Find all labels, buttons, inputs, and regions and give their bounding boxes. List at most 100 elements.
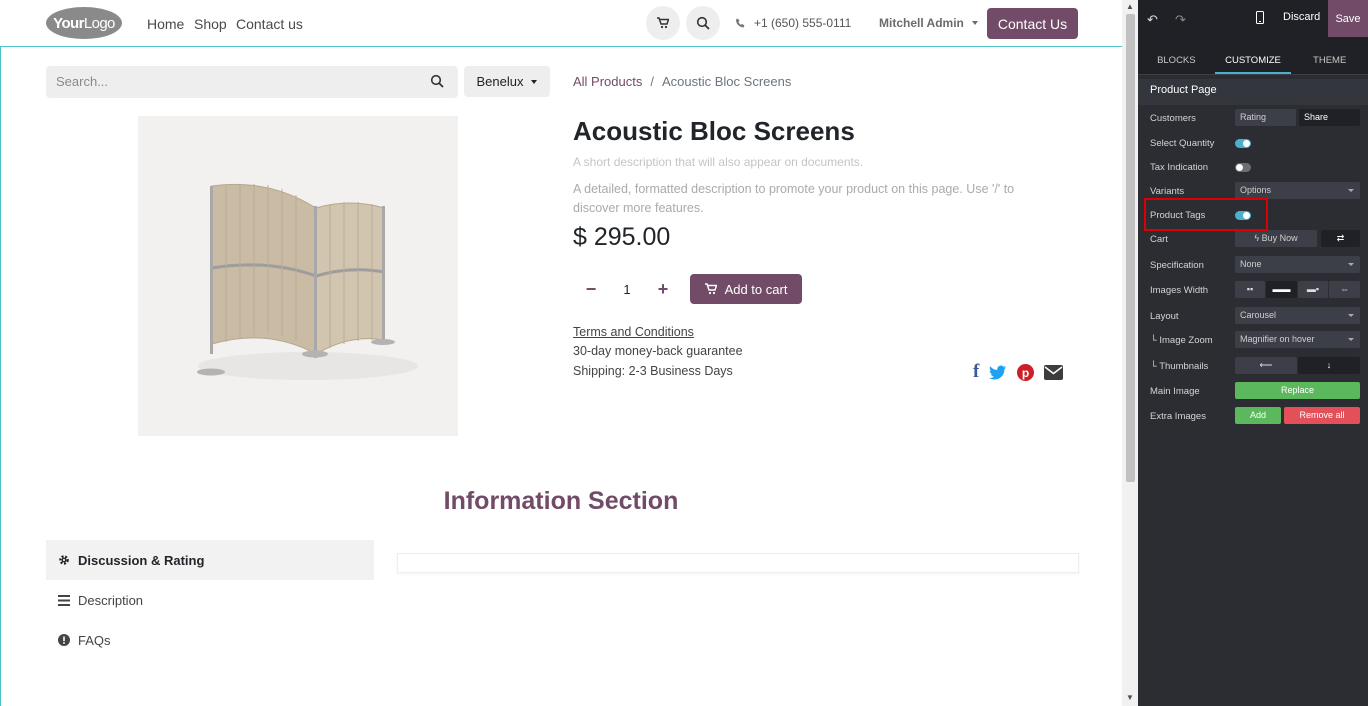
gear-icon <box>59 555 69 565</box>
editor-toolbar: ↶ ↷ Discard Save <box>1138 0 1368 37</box>
remove-all-images-button[interactable]: Remove all <box>1284 407 1360 424</box>
cart-icon <box>704 283 717 295</box>
cart-button[interactable] <box>646 6 680 40</box>
tab-faqs[interactable]: FAQs <box>46 620 374 660</box>
tab-discussion-rating[interactable]: Discussion & Rating <box>46 540 374 580</box>
information-section-title[interactable]: Information Section <box>0 487 1122 516</box>
scroll-up-icon[interactable]: ▲ <box>1126 2 1134 11</box>
nav-shop[interactable]: Shop <box>194 16 227 32</box>
discard-button[interactable]: Discard <box>1283 11 1320 23</box>
layout-select[interactable]: Carousel <box>1235 307 1360 324</box>
guarantee-text: 30-day money-back guarantee <box>573 344 743 358</box>
option-tax-indication: Tax Indication <box>1138 158 1368 178</box>
replace-image-button[interactable]: Replace <box>1235 382 1360 399</box>
option-cart: Cart ϟ Buy Now ⇄ <box>1138 230 1368 250</box>
facebook-icon[interactable]: f <box>973 361 979 383</box>
site-logo[interactable]: Your Logo <box>46 7 122 39</box>
info-tabs: Discussion & Rating Description FAQs <box>46 540 374 660</box>
image-zoom-select[interactable]: Magnifier on hover <box>1235 331 1360 348</box>
variants-select[interactable]: Options <box>1235 182 1360 199</box>
phone-icon <box>736 18 745 28</box>
tab-customize[interactable]: CUSTOMIZE <box>1214 37 1292 74</box>
list-icon <box>58 594 70 606</box>
specification-select[interactable]: None <box>1235 256 1360 273</box>
minus-icon[interactable]: − <box>573 279 609 300</box>
search-button[interactable] <box>686 6 720 40</box>
option-thumbnails: └ Thumbnails ⟵ ↓ <box>1138 357 1368 377</box>
product-long-description[interactable]: A detailed, formatted description to pro… <box>573 180 1053 218</box>
chevron-down-icon <box>1348 263 1354 266</box>
editor-panel: ↶ ↷ Discard Save BLOCKS CUSTOMIZE THEME … <box>1138 0 1368 706</box>
option-images-width: Images Width ▪▪ ▬▬ ▬▪ ⇔ <box>1138 281 1368 301</box>
scrollbar-thumb[interactable] <box>1126 14 1135 482</box>
quantity-input[interactable]: 1 <box>609 282 645 297</box>
page-scrollbar[interactable]: ▲ ▼ <box>1122 0 1138 706</box>
shipping-text: Shipping: 2-3 Business Days <box>573 364 733 378</box>
pricelist-dropdown[interactable]: Benelux <box>464 66 550 97</box>
nav-contact[interactable]: Contact us <box>236 16 303 32</box>
exchange-icon: ⇄ <box>1336 233 1345 243</box>
chevron-down-icon <box>1348 338 1354 341</box>
option-specification: Specification None <box>1138 256 1368 276</box>
breadcrumb-all-products[interactable]: All Products <box>573 74 642 89</box>
twitter-icon[interactable] <box>989 365 1007 380</box>
tab-content-area <box>397 553 1079 573</box>
bolt-icon: ϟ <box>1254 233 1262 243</box>
tax-indication-toggle[interactable] <box>1235 163 1251 172</box>
info-icon <box>58 634 70 646</box>
share-toggle-button[interactable]: Share <box>1299 109 1360 126</box>
scroll-down-icon[interactable]: ▼ <box>1126 693 1134 702</box>
breadcrumb: All Products / Acoustic Bloc Screens <box>573 74 792 89</box>
editor-tabs: BLOCKS CUSTOMIZE THEME <box>1138 37 1368 75</box>
terms-link[interactable]: Terms and Conditions <box>573 325 694 339</box>
save-button[interactable]: Save <box>1328 0 1368 37</box>
svg-text:p: p <box>1022 366 1029 380</box>
product-search-input[interactable]: Search... <box>46 66 458 98</box>
product-price: $ 295.00 <box>573 223 671 251</box>
option-main-image: Main Image Replace <box>1138 382 1368 402</box>
width-66-icon[interactable]: ▬▪ <box>1298 281 1328 298</box>
thumbnails-left-icon[interactable]: ⟵ <box>1235 357 1297 374</box>
buy-now-button[interactable]: ϟ Buy Now <box>1235 230 1317 247</box>
undo-icon[interactable]: ↶ <box>1147 12 1158 28</box>
add-to-cart-button[interactable]: Add to cart <box>690 274 802 304</box>
option-select-quantity: Select Quantity <box>1138 134 1368 154</box>
tab-theme[interactable]: THEME <box>1291 37 1368 74</box>
tab-blocks[interactable]: BLOCKS <box>1138 37 1215 74</box>
chevron-down-icon <box>1348 189 1354 192</box>
select-quantity-toggle[interactable] <box>1235 139 1251 148</box>
contact-us-button[interactable]: Contact Us <box>987 8 1078 39</box>
product-title[interactable]: Acoustic Bloc Screens <box>573 116 855 147</box>
option-customers: Customers Rating Share <box>1138 109 1368 129</box>
email-icon[interactable] <box>1044 364 1064 380</box>
mobile-preview-icon[interactable] <box>1256 11 1264 24</box>
pinterest-icon[interactable]: p <box>1017 363 1035 381</box>
product-image[interactable] <box>138 116 458 436</box>
nav-home[interactable]: Home <box>147 16 184 32</box>
user-menu[interactable]: Mitchell Admin <box>879 16 978 30</box>
rating-toggle-button[interactable]: Rating <box>1235 109 1296 126</box>
add-images-button[interactable]: Add <box>1235 407 1281 424</box>
width-50-icon[interactable]: ▬▬ <box>1266 281 1297 298</box>
chevron-down-icon <box>1348 314 1354 317</box>
compare-button[interactable]: ⇄ <box>1321 230 1360 247</box>
chevron-down-icon <box>531 79 538 84</box>
search-icon <box>696 16 710 30</box>
product-short-description[interactable]: A short description that will also appea… <box>573 155 863 169</box>
phone-link[interactable]: +1 (650) 555-0111 <box>735 16 851 30</box>
quantity-stepper: − 1 + <box>573 274 681 304</box>
tab-description[interactable]: Description <box>46 580 374 620</box>
width-100-icon[interactable]: ⇔ <box>1329 281 1360 298</box>
option-layout: Layout Carousel <box>1138 307 1368 327</box>
section-heading: Product Page <box>1138 79 1368 105</box>
highlight-box <box>1144 198 1268 231</box>
option-image-zoom: └ Image Zoom Magnifier on hover <box>1138 331 1368 351</box>
plus-icon[interactable]: + <box>645 279 681 300</box>
width-none-icon[interactable]: ▪▪ <box>1235 281 1265 298</box>
website-preview: Your Logo Home Shop Contact us +1 (650) 5… <box>0 0 1122 706</box>
acoustic-screen-illustration <box>197 183 418 380</box>
chevron-down-icon <box>971 21 978 25</box>
thumbnails-bottom-icon[interactable]: ↓ <box>1298 357 1360 374</box>
redo-icon[interactable]: ↷ <box>1175 12 1186 28</box>
breadcrumb-current: Acoustic Bloc Screens <box>662 74 792 89</box>
